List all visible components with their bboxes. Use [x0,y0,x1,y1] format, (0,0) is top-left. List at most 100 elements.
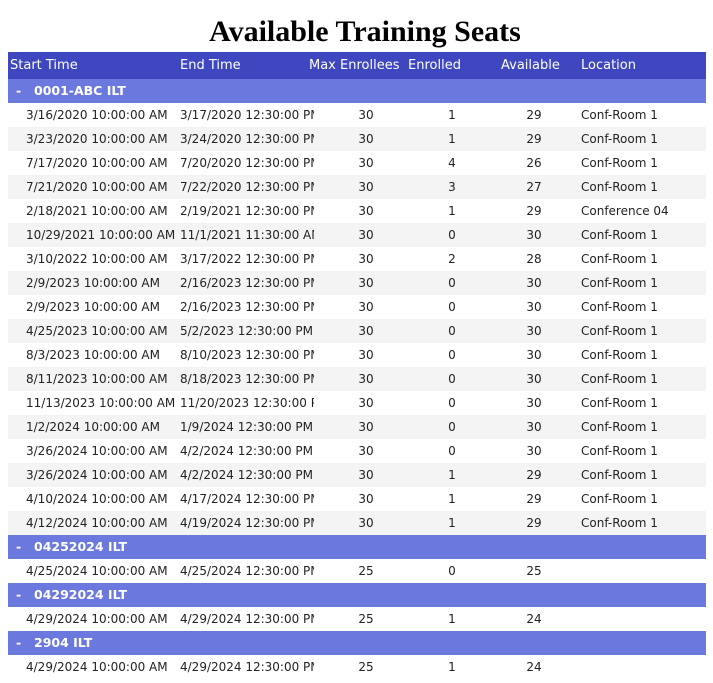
table-row[interactable]: 4/29/2024 10:00:00 AM 4/29/2024 12:30:00 … [8,655,706,679]
cell-enrolled: 0 [448,444,456,458]
cell-available: 30 [526,228,542,242]
cell-enrolled: 2 [448,252,456,266]
cell-end-time: 1/9/2024 12:30:00 PM [180,420,314,434]
cell-max-enrollees: 30 [358,444,374,458]
cell-end-time: 4/2/2024 12:30:00 PM [180,444,314,458]
table-row[interactable]: 4/25/2023 10:00:00 AM 5/2/2023 12:30:00 P… [8,319,706,343]
cell-max-enrollees: 30 [358,108,374,122]
table-row[interactable]: 2/18/2021 10:00:00 AM 2/19/2021 12:30:00 … [8,199,706,223]
column-header-enrolled[interactable]: Enrolled [408,58,461,73]
cell-enrolled: 0 [448,276,456,290]
group-header[interactable]: -04292024 ILT [8,583,706,607]
cell-available: 30 [526,420,542,434]
table-row[interactable]: 10/29/2021 10:00:00 AM 11/1/2021 11:30:00… [8,223,706,247]
table-row[interactable]: 11/13/2023 10:00:00 AM 11/20/2023 12:30:0… [8,391,706,415]
table-row[interactable]: 3/16/2020 10:00:00 AM 3/17/2020 12:30:00 … [8,103,706,127]
cell-start-time: 2/9/2023 10:00:00 AM [26,300,160,314]
cell-enrolled: 4 [448,156,456,170]
table-row[interactable]: 4/29/2024 10:00:00 AM 4/29/2024 12:30:00 … [8,607,706,631]
group-label: 04252024 ILT [34,539,128,554]
table-row[interactable]: 1/2/2024 10:00:00 AM 1/9/2024 12:30:00 PM… [8,415,706,439]
cell-max-enrollees: 30 [358,420,374,434]
cell-available: 29 [526,132,542,146]
table-row[interactable]: 4/12/2024 10:00:00 AM 4/19/2024 12:30:00 … [8,511,706,535]
cell-end-time: 4/17/2024 12:30:00 PM [180,492,314,506]
cell-start-time: 3/16/2020 10:00:00 AM [26,108,168,122]
cell-end-time: 3/24/2020 12:30:00 PM [180,132,314,146]
cell-max-enrollees: 30 [358,396,374,410]
collapse-toggle-icon[interactable]: - [16,83,21,98]
cell-end-time: 2/16/2023 12:30:00 PM [180,276,314,290]
cell-start-time: 8/11/2023 10:00:00 AM [26,372,168,386]
cell-available: 24 [526,612,542,626]
cell-start-time: 3/26/2024 10:00:00 AM [26,468,168,482]
table-row[interactable]: 4/25/2024 10:00:00 AM 4/25/2024 12:30:00 … [8,559,706,583]
cell-start-time: 3/10/2022 10:00:00 AM [26,252,168,266]
table-row[interactable]: 7/21/2020 10:00:00 AM 7/22/2020 12:30:00 … [8,175,706,199]
collapse-toggle-icon[interactable]: - [16,587,21,602]
cell-max-enrollees: 30 [358,156,374,170]
column-header-location[interactable]: Location [581,58,636,73]
column-header-available[interactable]: Available [501,58,560,73]
cell-end-time: 11/20/2023 12:30:00 P [180,396,314,410]
cell-start-time: 10/29/2021 10:00:00 AM [26,228,176,242]
table-row[interactable]: 2/9/2023 10:00:00 AM 2/16/2023 12:30:00 P… [8,271,706,295]
cell-end-time: 4/29/2024 12:30:00 PM [180,660,314,674]
cell-start-time: 4/29/2024 10:00:00 AM [26,612,168,626]
column-header-end-time[interactable]: End Time [180,58,241,73]
cell-start-time: 4/25/2024 10:00:00 AM [26,564,168,578]
cell-enrolled: 0 [448,324,456,338]
group-header[interactable]: -0001-ABC ILT [8,79,706,103]
cell-available: 29 [526,468,542,482]
cell-location: Conf-Room 1 [581,444,658,458]
cell-location: Conf-Room 1 [581,348,658,362]
cell-location: Conf-Room 1 [581,228,658,242]
group-header[interactable]: -04252024 ILT [8,535,706,559]
cell-max-enrollees: 30 [358,348,374,362]
cell-max-enrollees: 30 [358,324,374,338]
cell-location: Conf-Room 1 [581,492,658,506]
table-row[interactable]: 3/10/2022 10:00:00 AM 3/17/2022 12:30:00 … [8,247,706,271]
cell-end-time: 3/17/2022 12:30:00 PM [180,252,314,266]
group-header[interactable]: -2904 ILT [8,631,706,655]
cell-start-time: 7/17/2020 10:00:00 AM [26,156,168,170]
cell-max-enrollees: 30 [358,180,374,194]
cell-location: Conf-Room 1 [581,396,658,410]
cell-location: Conf-Room 1 [581,108,658,122]
cell-start-time: 2/18/2021 10:00:00 AM [26,204,168,218]
cell-available: 24 [526,660,542,674]
cell-available: 30 [526,348,542,362]
cell-available: 30 [526,324,542,338]
cell-end-time: 8/18/2023 12:30:00 PM [180,372,314,386]
cell-end-time: 7/22/2020 12:30:00 PM [180,180,314,194]
cell-max-enrollees: 30 [358,132,374,146]
table-row[interactable]: 3/26/2024 10:00:00 AM 4/2/2024 12:30:00 P… [8,439,706,463]
cell-location: Conf-Room 1 [581,180,658,194]
table-row[interactable]: 4/10/2024 10:00:00 AM 4/17/2024 12:30:00 … [8,487,706,511]
cell-location: Conf-Room 1 [581,468,658,482]
table-row[interactable]: 3/23/2020 10:00:00 AM 3/24/2020 12:30:00 … [8,127,706,151]
cell-available: 28 [526,252,542,266]
cell-enrolled: 1 [448,204,456,218]
cell-start-time: 4/12/2024 10:00:00 AM [26,516,168,530]
cell-start-time: 4/10/2024 10:00:00 AM [26,492,168,506]
table-row[interactable]: 2/9/2023 10:00:00 AM 2/16/2023 12:30:00 P… [8,295,706,319]
column-header-start-time[interactable]: Start Time [10,58,78,73]
table-row[interactable]: 8/3/2023 10:00:00 AM 8/10/2023 12:30:00 P… [8,343,706,367]
cell-end-time: 2/19/2021 12:30:00 PM [180,204,314,218]
table-row[interactable]: 3/26/2024 10:00:00 AM 4/2/2024 12:30:00 P… [8,463,706,487]
cell-enrolled: 0 [448,228,456,242]
cell-max-enrollees: 30 [358,516,374,530]
table-row[interactable]: 7/17/2020 10:00:00 AM 7/20/2020 12:30:00 … [8,151,706,175]
cell-enrolled: 1 [448,468,456,482]
cell-available: 30 [526,444,542,458]
column-header-max-enrollees[interactable]: Max Enrollees [309,58,399,73]
cell-start-time: 3/23/2020 10:00:00 AM [26,132,168,146]
cell-enrolled: 0 [448,420,456,434]
collapse-toggle-icon[interactable]: - [16,539,21,554]
collapse-toggle-icon[interactable]: - [16,635,21,650]
table-row[interactable]: 8/11/2023 10:00:00 AM 8/18/2023 12:30:00 … [8,367,706,391]
cell-available: 29 [526,204,542,218]
cell-start-time: 7/21/2020 10:00:00 AM [26,180,168,194]
cell-max-enrollees: 30 [358,204,374,218]
